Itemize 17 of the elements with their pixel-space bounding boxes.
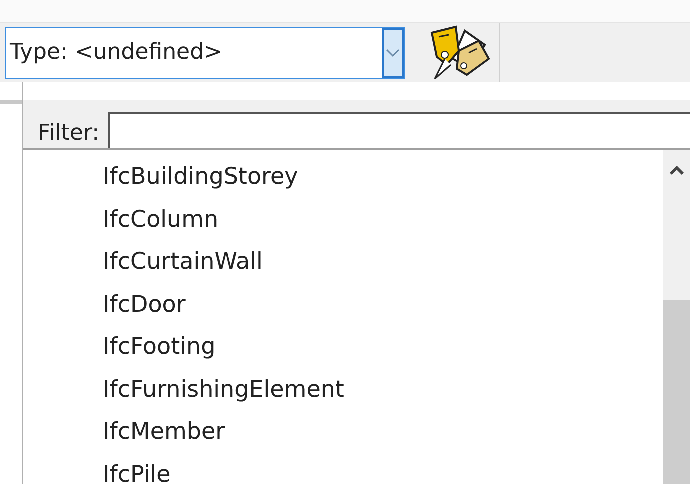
type-list-item[interactable]: IfcColumn (103, 198, 663, 241)
type-list-item[interactable]: IfcBuildingStorey (103, 156, 663, 198)
scrollbar-thumb[interactable] (663, 300, 690, 484)
type-list-item[interactable]: IfcPile (103, 454, 663, 484)
type-list-item[interactable]: IfcFooting (103, 326, 663, 368)
type-list-item[interactable]: IfcMember (103, 411, 663, 454)
dropdown-button[interactable] (382, 28, 404, 78)
filter-field[interactable] (108, 112, 690, 148)
filter-label: Filter: (38, 121, 100, 148)
type-list-item[interactable]: IfcDoor (103, 284, 663, 326)
scroll-up-icon[interactable] (668, 166, 684, 176)
scrollbar[interactable] (663, 150, 690, 484)
type-list-item[interactable]: IfcCurtainWall (103, 241, 663, 284)
type-list-item[interactable]: IfcFurnishingElement (103, 368, 663, 411)
chevron-down-icon (386, 48, 400, 58)
type-dropdown[interactable]: Type: <undefined> (5, 26, 405, 78)
type-dropdown-value: Type: <undefined> (9, 40, 222, 65)
